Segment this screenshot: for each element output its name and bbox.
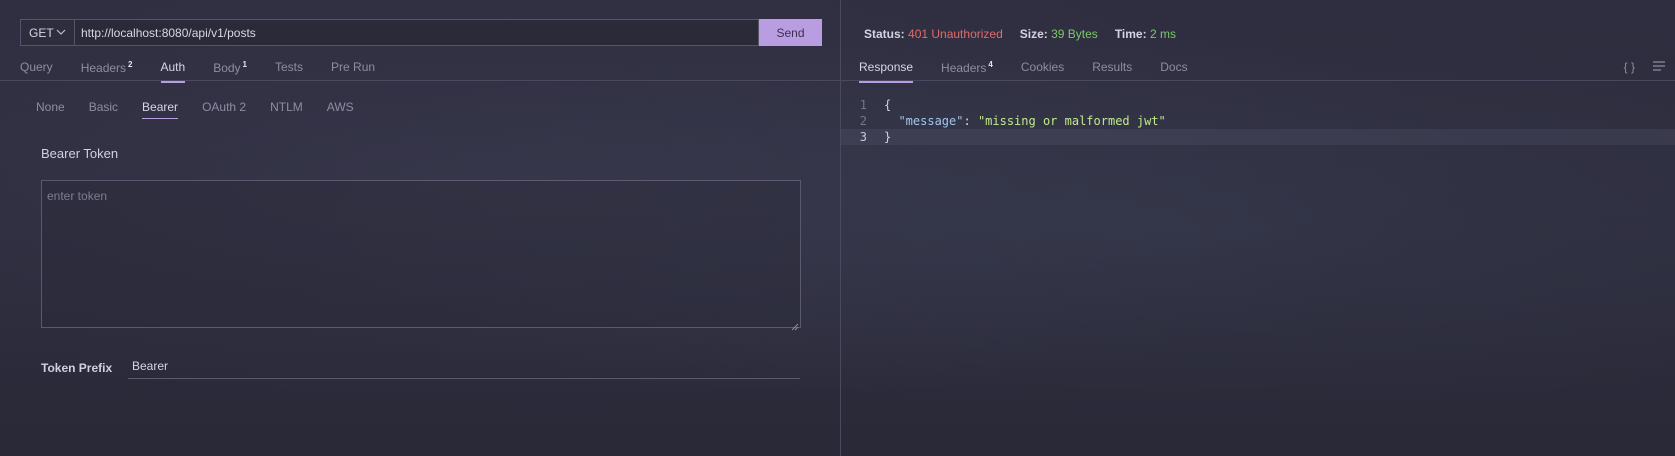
line-number: 1 [859,98,867,112]
method-select[interactable]: GET [20,19,74,46]
url-input[interactable]: http://localhost:8080/api/v1/posts [74,19,759,46]
time-value: 2 ms [1149,27,1176,41]
bearer-token-heading: Bearer Token [41,146,119,161]
response-body[interactable]: 1 { 2 "message": "missing or malformed j… [841,97,1675,145]
response-tabs-divider [841,80,1675,81]
hamburger-menu-icon[interactable] [1653,60,1665,74]
json-colon: : [963,114,978,128]
token-prefix-input[interactable] [128,354,800,379]
line-number: 2 [859,114,867,128]
request-panel: GET http://localhost:8080/api/v1/posts S… [0,0,840,456]
tabs-divider [0,80,840,81]
auth-tab-oauth2[interactable]: OAuth 2 [202,100,246,119]
method-label: GET [29,25,54,40]
code-open-brace: { [884,98,892,112]
auth-tab-none[interactable]: None [36,100,65,119]
size-label: Size: [1019,27,1048,41]
auth-tab-basic[interactable]: Basic [89,100,118,119]
time-label: Time: [1114,27,1147,41]
size-value: 39 Bytes [1051,27,1098,41]
response-tools: { } [1624,60,1665,74]
auth-tab-bearer[interactable]: Bearer [142,100,179,119]
json-value: "missing or malformed jwt" [977,114,1166,128]
code-line: 2 "message": "missing or malformed jwt" [841,113,1675,129]
auth-tab-ntlm[interactable]: NTLM [270,100,303,119]
auth-tab-aws[interactable]: AWS [327,100,354,119]
code-line-current: 3 } [841,129,1675,145]
headers-count-badge: 2 [128,60,133,69]
response-headers-count-badge: 4 [988,60,993,69]
response-meta: Status: 401 Unauthorized Size: 39 Bytes … [864,27,1193,41]
url-bar: GET http://localhost:8080/api/v1/posts S… [20,19,822,46]
line-number: 3 [859,130,867,144]
braces-icon[interactable]: { } [1624,60,1635,74]
code-line: 1 { [841,97,1675,113]
body-count-badge: 1 [242,60,247,69]
status-label: Status: [864,27,905,41]
chevron-down-icon [56,27,66,38]
status-value: 401 Unauthorized [908,27,1003,41]
bearer-token-input[interactable] [41,180,801,328]
code-close-brace: } [884,130,892,144]
send-button[interactable]: Send [759,19,822,46]
json-key: "message" [898,114,964,128]
auth-type-tabs: None Basic Bearer OAuth 2 NTLM AWS [36,100,378,119]
resize-handle-icon[interactable] [791,318,799,331]
token-prefix-label: Token Prefix [41,361,113,375]
response-panel: Status: 401 Unauthorized Size: 39 Bytes … [841,0,1675,456]
